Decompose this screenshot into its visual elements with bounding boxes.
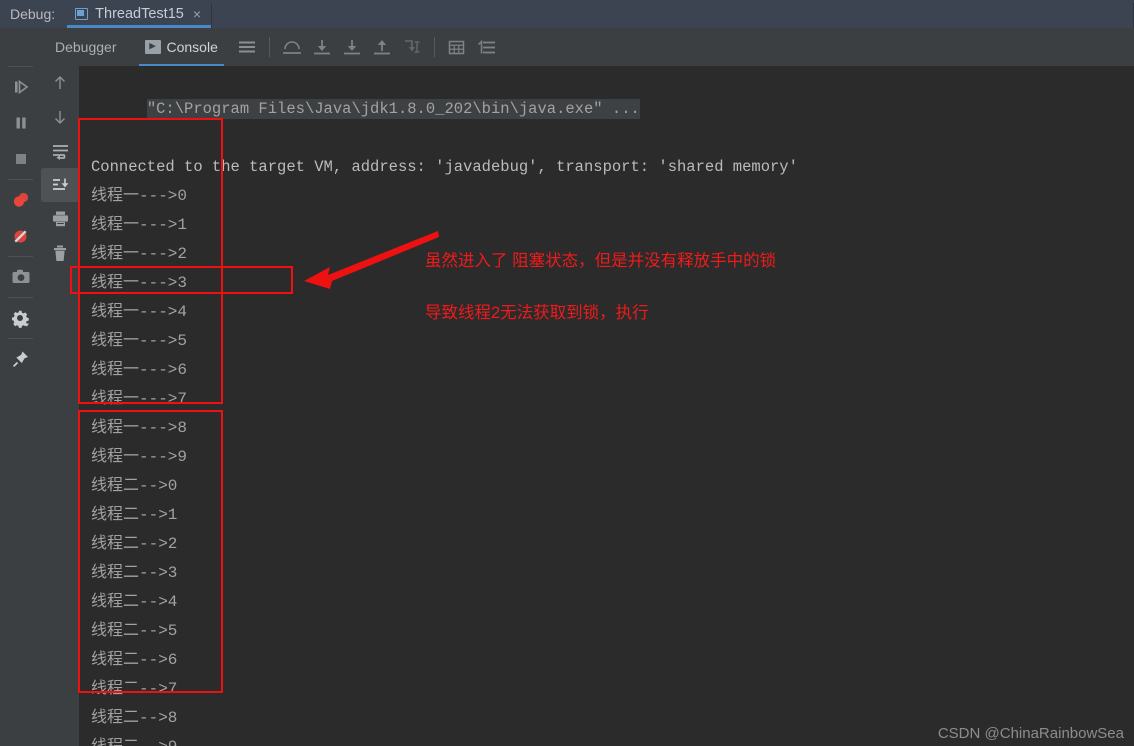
sort-list-icon	[477, 39, 495, 53]
step-out-icon	[373, 40, 390, 55]
stop-program-button[interactable]	[0, 141, 41, 177]
thread-one-line-9: 线程一--->9	[91, 448, 188, 466]
thread-two-line-6: 线程二-->6	[91, 651, 178, 669]
force-step-into-button[interactable]	[337, 34, 367, 60]
debug-titlebar: Debug: ThreadTest15 ×	[0, 0, 1134, 28]
debug-console-window: Debug: ThreadTest15 × Debugger ▶ Console…	[0, 0, 1134, 746]
step-over-button[interactable]	[277, 34, 307, 60]
thread-one-line-7: 线程一--->7	[91, 390, 188, 408]
scroll-end-icon	[52, 178, 68, 190]
thread-two-line-2: 线程二-->2	[91, 535, 178, 553]
tab-debugger-label: Debugger	[55, 39, 117, 55]
print-button[interactable]	[41, 202, 79, 236]
debug-actions-gutter	[0, 28, 41, 746]
resume-icon	[14, 79, 28, 95]
toolbar-separator-2	[433, 37, 435, 57]
stop-icon	[15, 154, 26, 164]
pin-tab-button[interactable]	[0, 341, 41, 377]
breakpoints-icon	[13, 192, 28, 207]
screenshot-button[interactable]	[0, 259, 41, 295]
camera-icon	[12, 269, 29, 283]
thread-one-line-0: 线程一--->0	[91, 187, 188, 205]
pause-icon	[16, 117, 26, 129]
scroll-up-button[interactable]	[41, 66, 79, 100]
console-icon: ▶	[144, 40, 161, 54]
drop-frame-button[interactable]	[397, 34, 427, 60]
thread-two-line-0: 线程二-->0	[91, 477, 178, 495]
annotation-line-1: 虽然进入了 阻塞状态，但是并没有释放手中的锁	[425, 252, 777, 270]
table-icon	[449, 40, 465, 54]
tab-console[interactable]: ▶ Console	[131, 28, 232, 66]
soft-wrap-button[interactable]	[41, 134, 79, 168]
trash-icon	[54, 245, 66, 261]
debug-tabs: Debugger ▶ Console	[41, 28, 232, 66]
titlebar-empty-area	[212, 0, 1133, 28]
tab-console-label: Console	[166, 39, 218, 55]
thread-two-line-7: 线程二-->7	[91, 680, 178, 698]
clear-all-button[interactable]	[41, 236, 79, 270]
gear-icon	[12, 310, 29, 328]
step-into-icon	[313, 40, 330, 55]
thread-two-line-1: 线程二-->1	[91, 506, 178, 524]
wrap-icon	[52, 144, 68, 160]
run-config-icon	[75, 8, 89, 20]
thread-two-output-block: 线程二-->0 线程二-->1 线程二-->2 线程二-->3 线程二-->4 线程二--…	[79, 472, 1134, 746]
watermark: CSDN @ChinaRainbowSea	[937, 725, 1124, 742]
mute-breakpoints-icon	[14, 229, 27, 243]
arrow-down-icon	[55, 111, 65, 124]
soft-wrap-lines-button[interactable]	[232, 34, 262, 60]
print-icon	[52, 211, 68, 227]
pin-icon	[12, 351, 28, 368]
console-command-line: "C:\Program Files\Java\jdk1.8.0_202\bin\…	[79, 66, 1134, 153]
lines-icon	[238, 41, 255, 53]
toolbar-separator-1	[268, 37, 270, 57]
close-icon[interactable]: ×	[193, 7, 201, 21]
console-toolbar: Debugger ▶ Console	[0, 28, 1134, 66]
gutter-divider-5	[8, 338, 33, 339]
thread-one-line-8: 线程一--->8	[91, 419, 188, 437]
tab-debugger[interactable]: Debugger	[41, 28, 131, 66]
scroll-down-button[interactable]	[41, 100, 79, 134]
gutter-divider	[8, 66, 33, 67]
thread-one-line-6: 线程一--->6	[91, 361, 188, 379]
annotation-line-2: 导致线程2无法获取到锁，执行	[425, 304, 649, 322]
run-config-tab-threadtest15[interactable]: ThreadTest15 ×	[67, 0, 212, 28]
mute-breakpoints-button[interactable]	[0, 218, 41, 254]
gutter-divider-2	[8, 179, 33, 180]
console-command-text: "C:\Program Files\Java\jdk1.8.0_202\bin\…	[146, 99, 640, 119]
debug-label: Debug:	[10, 6, 56, 22]
thread-two-line-3: 线程二-->3	[91, 564, 178, 582]
view-breakpoints-button[interactable]	[0, 182, 41, 218]
thread-two-line-4: 线程二-->4	[91, 593, 178, 611]
step-out-button[interactable]	[367, 34, 397, 60]
annotation-text: 虽然进入了 阻塞状态，但是并没有释放手中的锁 导致线程2无法获取到锁，执行	[425, 222, 776, 352]
settings-button[interactable]	[0, 300, 41, 336]
run-config-tab-label: ThreadTest15	[95, 6, 184, 22]
console-output[interactable]: "C:\Program Files\Java\jdk1.8.0_202\bin\…	[79, 66, 1134, 746]
step-over-icon	[282, 41, 301, 54]
settings-list-button[interactable]	[472, 34, 502, 60]
drop-frame-icon	[404, 40, 420, 53]
gutter-divider-4	[8, 297, 33, 298]
resume-program-button[interactable]	[0, 69, 41, 105]
thread-two-line-5: 线程二-->5	[91, 622, 178, 640]
console-connected-line: Connected to the target VM, address: 'ja…	[91, 158, 798, 176]
step-into-button[interactable]	[307, 34, 337, 60]
scroll-to-end-button[interactable]	[41, 168, 79, 202]
console-actions-gutter	[41, 66, 79, 746]
arrow-up-icon	[55, 76, 65, 89]
evaluate-expression-button[interactable]	[442, 34, 472, 60]
pause-program-button[interactable]	[0, 105, 41, 141]
gutter-divider-3	[8, 256, 33, 257]
force-step-into-icon	[343, 40, 360, 55]
